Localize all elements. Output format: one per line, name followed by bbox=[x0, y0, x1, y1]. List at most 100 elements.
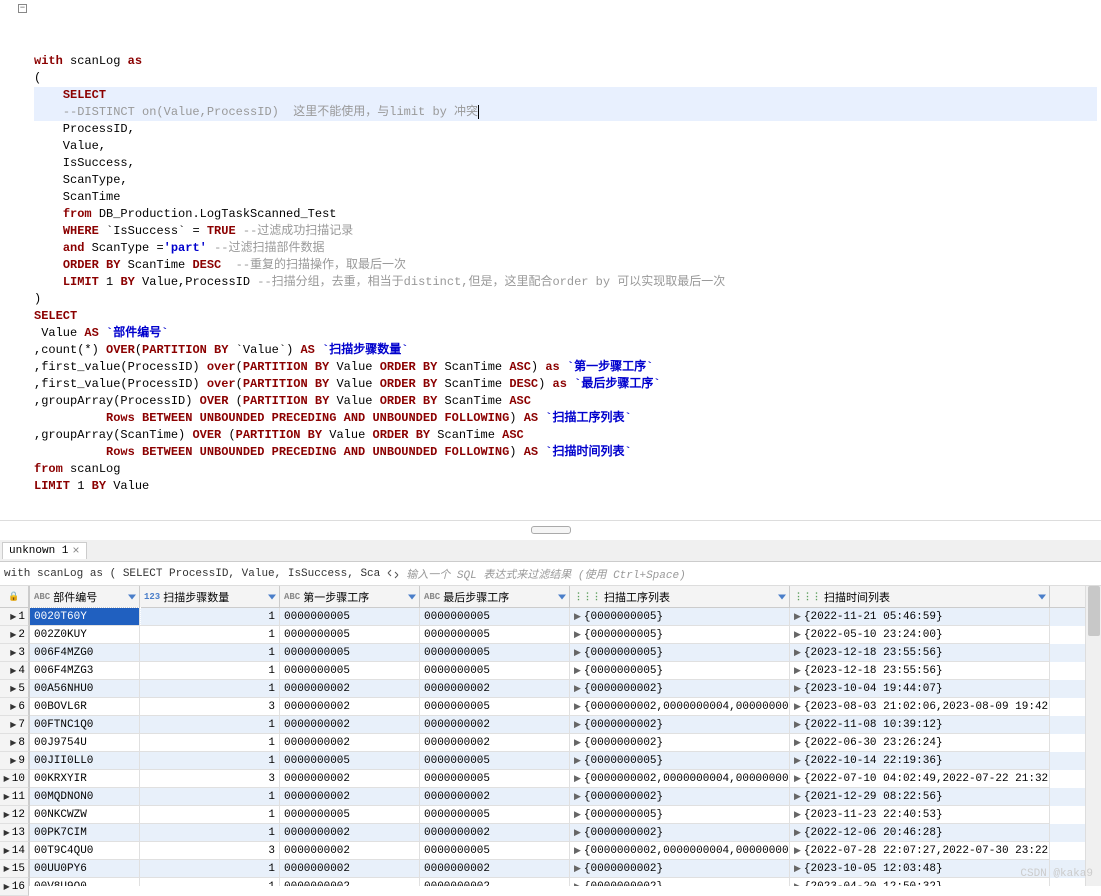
code-line[interactable]: ORDER BY ScanTime DESC --重复的扫描操作，取最后一次 bbox=[34, 257, 1097, 274]
table-row[interactable]: 00A56NHU0100000000020000000002▶{00000000… bbox=[30, 680, 1085, 698]
table-cell[interactable]: 0000000005 bbox=[420, 770, 570, 788]
table-cell[interactable]: 1 bbox=[140, 878, 280, 886]
table-cell[interactable]: 0000000005 bbox=[420, 752, 570, 770]
table-cell[interactable]: ▶{2023-11-23 22:40:53} bbox=[790, 806, 1050, 824]
table-cell[interactable]: ▶{2022-06-30 23:26:24} bbox=[790, 734, 1050, 752]
table-cell[interactable]: ▶{0000000005} bbox=[570, 608, 790, 626]
row-number[interactable]: ▶7 bbox=[0, 716, 29, 734]
expand-array-icon[interactable]: ▶ bbox=[794, 810, 801, 820]
table-row[interactable]: 0020T60Y100000000050000000005▶{000000000… bbox=[30, 608, 1085, 626]
table-cell[interactable]: 00A56NHU0 bbox=[30, 680, 140, 698]
table-cell[interactable]: ▶{2023-08-03 21:02:06,2023-08-09 19:42:3… bbox=[790, 698, 1050, 716]
table-cell[interactable]: 00KRXYIR bbox=[30, 770, 140, 788]
code-line[interactable]: and ScanType ='part' --过滤扫描部件数据 bbox=[34, 240, 1097, 257]
expand-icon[interactable] bbox=[386, 567, 400, 581]
table-cell[interactable]: 1 bbox=[140, 626, 280, 644]
expand-array-icon[interactable]: ▶ bbox=[794, 774, 801, 784]
expand-array-icon[interactable]: ▶ bbox=[574, 630, 581, 640]
code-line[interactable]: LIMIT 1 BY Value bbox=[34, 478, 1097, 495]
table-cell[interactable]: ▶{0000000005} bbox=[570, 626, 790, 644]
table-cell[interactable]: 0000000005 bbox=[420, 698, 570, 716]
row-number[interactable]: ▶15 bbox=[0, 860, 29, 878]
code-line[interactable]: with scanLog as bbox=[34, 53, 1097, 70]
table-cell[interactable]: 0000000005 bbox=[420, 626, 570, 644]
row-number[interactable]: ▶12 bbox=[0, 806, 29, 824]
row-number[interactable]: ▶6 bbox=[0, 698, 29, 716]
column-header[interactable]: ⋮⋮⋮扫描时间列表 bbox=[790, 586, 1050, 607]
table-cell[interactable]: 0000000002 bbox=[280, 824, 420, 842]
row-number[interactable]: ▶5 bbox=[0, 680, 29, 698]
table-cell[interactable]: 0000000002 bbox=[280, 680, 420, 698]
expand-array-icon[interactable]: ▶ bbox=[574, 756, 581, 766]
table-cell[interactable]: 0000000005 bbox=[280, 662, 420, 680]
table-cell[interactable]: 3 bbox=[140, 770, 280, 788]
code-line[interactable]: ScanTime bbox=[34, 189, 1097, 206]
code-line[interactable]: Rows BETWEEN UNBOUNDED PRECEDING AND UNB… bbox=[34, 444, 1097, 461]
table-cell[interactable]: 0000000002 bbox=[280, 842, 420, 860]
code-line[interactable]: WHERE `IsSuccess` = TRUE --过滤成功扫描记录 bbox=[34, 223, 1097, 240]
table-row[interactable]: 00FTNC1Q0100000000020000000002▶{00000000… bbox=[30, 716, 1085, 734]
table-cell[interactable]: 0000000002 bbox=[420, 860, 570, 878]
table-cell[interactable]: 0000000002 bbox=[420, 716, 570, 734]
table-cell[interactable]: 0000000005 bbox=[420, 842, 570, 860]
table-cell[interactable]: 0000000005 bbox=[280, 752, 420, 770]
table-cell[interactable]: 006F4MZG3 bbox=[30, 662, 140, 680]
table-cell[interactable]: 0000000005 bbox=[420, 608, 570, 626]
expand-array-icon[interactable]: ▶ bbox=[574, 846, 581, 856]
expand-array-icon[interactable]: ▶ bbox=[574, 702, 581, 712]
code-line[interactable]: --DISTINCT on(Value,ProcessID) 这里不能使用，与l… bbox=[34, 104, 1097, 121]
table-cell[interactable]: 0000000002 bbox=[280, 716, 420, 734]
code-line[interactable]: ,groupArray(ProcessID) OVER (PARTITION B… bbox=[34, 393, 1097, 410]
table-row[interactable]: 00T9C4QU0300000000020000000005▶{00000000… bbox=[30, 842, 1085, 860]
splitter-handle-icon[interactable] bbox=[531, 526, 571, 534]
table-cell[interactable]: ▶{2023-04-20 12:50:32} bbox=[790, 878, 1050, 886]
table-cell[interactable]: 3 bbox=[140, 842, 280, 860]
code-line[interactable]: ProcessID, bbox=[34, 121, 1097, 138]
row-number[interactable]: ▶4 bbox=[0, 662, 29, 680]
table-cell[interactable]: 1 bbox=[140, 752, 280, 770]
filter-dropdown-icon[interactable] bbox=[1038, 594, 1046, 599]
table-cell[interactable]: 1 bbox=[140, 662, 280, 680]
table-cell[interactable]: ▶{0000000002,0000000004,0000000005} bbox=[570, 842, 790, 860]
expand-array-icon[interactable]: ▶ bbox=[794, 846, 801, 856]
table-cell[interactable]: 00JII0LL0 bbox=[30, 752, 140, 770]
table-cell[interactable]: 002Z0KUY bbox=[30, 626, 140, 644]
table-cell[interactable]: 0000000005 bbox=[420, 644, 570, 662]
table-cell[interactable]: 0000000002 bbox=[420, 788, 570, 806]
table-cell[interactable]: ▶{2022-12-06 20:46:28} bbox=[790, 824, 1050, 842]
table-cell[interactable]: 0000000005 bbox=[280, 608, 420, 626]
expand-array-icon[interactable]: ▶ bbox=[574, 720, 581, 730]
expand-array-icon[interactable]: ▶ bbox=[794, 720, 801, 730]
table-cell[interactable]: 1 bbox=[140, 860, 280, 878]
fold-toggle-icon[interactable]: − bbox=[18, 4, 27, 13]
table-cell[interactable]: ▶{0000000002} bbox=[570, 788, 790, 806]
table-cell[interactable]: 1 bbox=[140, 788, 280, 806]
column-header[interactable]: ⋮⋮⋮扫描工序列表 bbox=[570, 586, 790, 607]
code-line[interactable]: ,groupArray(ScanTime) OVER (PARTITION BY… bbox=[34, 427, 1097, 444]
row-number[interactable]: ▶1 bbox=[0, 608, 29, 626]
code-line[interactable]: Value, bbox=[34, 138, 1097, 155]
row-number[interactable]: ▶3 bbox=[0, 644, 29, 662]
expand-array-icon[interactable]: ▶ bbox=[794, 828, 801, 838]
table-cell[interactable]: ▶{0000000005} bbox=[570, 752, 790, 770]
table-cell[interactable]: 0020T60Y bbox=[30, 608, 140, 626]
table-cell[interactable]: 00BOVL6R bbox=[30, 698, 140, 716]
code-line[interactable]: SELECT bbox=[34, 87, 1097, 104]
expand-array-icon[interactable]: ▶ bbox=[794, 864, 801, 874]
table-cell[interactable]: 00T9C4QU0 bbox=[30, 842, 140, 860]
expand-array-icon[interactable]: ▶ bbox=[574, 666, 581, 676]
row-number[interactable]: ▶9 bbox=[0, 752, 29, 770]
column-header[interactable]: ABC第一步骤工序 bbox=[280, 586, 420, 607]
row-number[interactable]: ▶14 bbox=[0, 842, 29, 860]
table-cell[interactable]: 0000000002 bbox=[420, 680, 570, 698]
results-tab[interactable]: unknown 1 × bbox=[2, 542, 87, 559]
table-row[interactable]: 00V8U9O0100000000020000000002▶{000000000… bbox=[30, 878, 1085, 886]
table-cell[interactable]: ▶{0000000005} bbox=[570, 662, 790, 680]
table-cell[interactable]: 0000000002 bbox=[280, 860, 420, 878]
table-cell[interactable]: ▶{0000000005} bbox=[570, 644, 790, 662]
code-line[interactable]: Rows BETWEEN UNBOUNDED PRECEDING AND UNB… bbox=[34, 410, 1097, 427]
table-cell[interactable]: ▶{2022-07-10 04:02:49,2022-07-22 21:32:3… bbox=[790, 770, 1050, 788]
expand-array-icon[interactable]: ▶ bbox=[794, 738, 801, 748]
table-cell[interactable]: 0000000002 bbox=[280, 788, 420, 806]
table-cell[interactable]: ▶{2022-10-14 22:19:36} bbox=[790, 752, 1050, 770]
